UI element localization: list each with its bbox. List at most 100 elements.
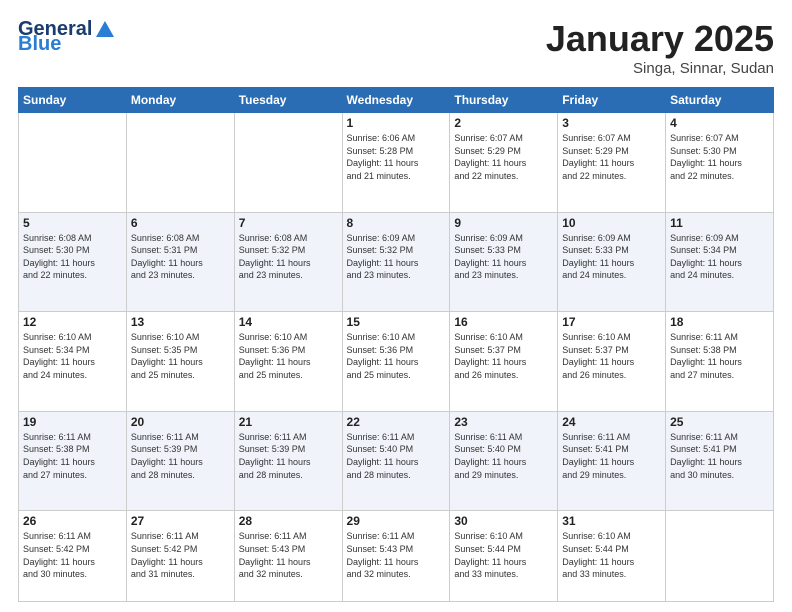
col-wednesday: Wednesday [342,88,450,113]
calendar-week-row: 26 Sunrise: 6:11 AM Sunset: 5:42 PM Dayli… [19,511,774,602]
table-row [19,113,127,213]
day-number: 19 [23,415,122,429]
table-row: 5 Sunrise: 6:08 AM Sunset: 5:30 PM Daylig… [19,212,127,312]
table-row: 22 Sunrise: 6:11 AM Sunset: 5:40 PM Dayli… [342,411,450,511]
day-info: Sunrise: 6:11 AM Sunset: 5:40 PM Dayligh… [347,431,446,481]
day-number: 11 [670,216,769,230]
logo-blue-text: Blue [18,33,61,56]
table-row: 29 Sunrise: 6:11 AM Sunset: 5:43 PM Dayli… [342,511,450,602]
day-info: Sunrise: 6:11 AM Sunset: 5:41 PM Dayligh… [562,431,661,481]
table-row: 26Sunrise: 6:11 AM Sunset: 5:42 PM Dayli… [19,511,127,602]
day-info: Sunrise: 6:10 AM Sunset: 5:44 PM Dayligh… [454,530,553,580]
table-row: 6 Sunrise: 6:08 AM Sunset: 5:31 PM Daylig… [126,212,234,312]
table-row: 14 Sunrise: 6:10 AM Sunset: 5:36 PM Dayli… [234,312,342,412]
logo-area: General Blue [18,18,116,56]
table-row: 4Sunrise: 6:07 AM Sunset: 5:30 PM Daylig… [666,113,774,213]
table-row: 16Sunrise: 6:10 AM Sunset: 5:37 PM Dayli… [450,312,558,412]
day-info: Sunrise: 6:08 AM Sunset: 5:31 PM Dayligh… [131,232,230,282]
day-number: 27 [131,514,230,528]
table-row: 21 Sunrise: 6:11 AM Sunset: 5:39 PM Dayli… [234,411,342,511]
day-number: 26 [23,514,122,528]
table-row: 7 Sunrise: 6:08 AM Sunset: 5:32 PM Daylig… [234,212,342,312]
table-row: 13Sunrise: 6:10 AM Sunset: 5:35 PM Dayli… [126,312,234,412]
table-row: 19 Sunrise: 6:11 AM Sunset: 5:38 PM Dayli… [19,411,127,511]
day-number: 3 [562,116,661,130]
table-row: 11 Sunrise: 6:09 AM Sunset: 5:34 PM Dayli… [666,212,774,312]
day-number: 7 [239,216,338,230]
day-number: 10 [562,216,661,230]
calendar-week-row: 19 Sunrise: 6:11 AM Sunset: 5:38 PM Dayli… [19,411,774,511]
table-row: 23Sunrise: 6:11 AM Sunset: 5:40 PM Dayli… [450,411,558,511]
day-info: Sunrise: 6:11 AM Sunset: 5:41 PM Dayligh… [670,431,769,481]
day-number: 24 [562,415,661,429]
calendar-header-row: Sunday Monday Tuesday Wednesday Thursday… [19,88,774,113]
table-row: 30 Sunrise: 6:10 AM Sunset: 5:44 PM Dayli… [450,511,558,602]
day-number: 15 [347,315,446,329]
day-info: Sunrise: 6:11 AM Sunset: 5:43 PM Dayligh… [347,530,446,580]
table-row: 17 Sunrise: 6:10 AM Sunset: 5:37 PM Dayli… [558,312,666,412]
day-number: 23 [454,415,553,429]
table-row: 25 Sunrise: 6:11 AM Sunset: 5:41 PM Dayli… [666,411,774,511]
day-info: Sunrise: 6:10 AM Sunset: 5:36 PM Dayligh… [347,331,446,381]
day-number: 14 [239,315,338,329]
calendar-table: Sunday Monday Tuesday Wednesday Thursday… [18,87,774,602]
location-title: Singa, Sinnar, Sudan [546,60,774,77]
day-info: Sunrise: 6:10 AM Sunset: 5:37 PM Dayligh… [562,331,661,381]
day-info: Sunrise: 6:11 AM Sunset: 5:43 PM Dayligh… [239,530,338,580]
day-number: 4 [670,116,769,130]
table-row [234,113,342,213]
day-number: 25 [670,415,769,429]
day-info: Sunrise: 6:11 AM Sunset: 5:38 PM Dayligh… [23,431,122,481]
day-info: Sunrise: 6:06 AM Sunset: 5:28 PM Dayligh… [347,132,446,182]
col-friday: Friday [558,88,666,113]
calendar-week-row: 12Sunrise: 6:10 AM Sunset: 5:34 PM Dayli… [19,312,774,412]
day-info: Sunrise: 6:09 AM Sunset: 5:32 PM Dayligh… [347,232,446,282]
top-section: General Blue January 2025 Singa, Sinnar,… [18,18,774,77]
table-row: 3 Sunrise: 6:07 AM Sunset: 5:29 PM Daylig… [558,113,666,213]
table-row: 24 Sunrise: 6:11 AM Sunset: 5:41 PM Dayli… [558,411,666,511]
day-number: 6 [131,216,230,230]
calendar-week-row: 5 Sunrise: 6:08 AM Sunset: 5:30 PM Daylig… [19,212,774,312]
day-number: 18 [670,315,769,329]
table-row: 20 Sunrise: 6:11 AM Sunset: 5:39 PM Dayli… [126,411,234,511]
day-number: 5 [23,216,122,230]
day-number: 31 [562,514,661,528]
day-info: Sunrise: 6:09 AM Sunset: 5:33 PM Dayligh… [454,232,553,282]
day-info: Sunrise: 6:09 AM Sunset: 5:34 PM Dayligh… [670,232,769,282]
day-number: 2 [454,116,553,130]
col-saturday: Saturday [666,88,774,113]
day-number: 30 [454,514,553,528]
table-row: 28 Sunrise: 6:11 AM Sunset: 5:43 PM Dayli… [234,511,342,602]
day-info: Sunrise: 6:10 AM Sunset: 5:44 PM Dayligh… [562,530,661,580]
day-number: 29 [347,514,446,528]
table-row: 9Sunrise: 6:09 AM Sunset: 5:33 PM Daylig… [450,212,558,312]
day-info: Sunrise: 6:11 AM Sunset: 5:38 PM Dayligh… [670,331,769,381]
col-monday: Monday [126,88,234,113]
table-row: 1Sunrise: 6:06 AM Sunset: 5:28 PM Daylig… [342,113,450,213]
day-info: Sunrise: 6:10 AM Sunset: 5:36 PM Dayligh… [239,331,338,381]
table-row: 15 Sunrise: 6:10 AM Sunset: 5:36 PM Dayli… [342,312,450,412]
day-info: Sunrise: 6:11 AM Sunset: 5:39 PM Dayligh… [239,431,338,481]
day-number: 21 [239,415,338,429]
day-info: Sunrise: 6:10 AM Sunset: 5:35 PM Dayligh… [131,331,230,381]
day-info: Sunrise: 6:07 AM Sunset: 5:29 PM Dayligh… [562,132,661,182]
table-row: 10 Sunrise: 6:09 AM Sunset: 5:33 PM Dayli… [558,212,666,312]
col-tuesday: Tuesday [234,88,342,113]
day-number: 8 [347,216,446,230]
day-number: 20 [131,415,230,429]
col-thursday: Thursday [450,88,558,113]
day-info: Sunrise: 6:11 AM Sunset: 5:42 PM Dayligh… [131,530,230,580]
day-info: Sunrise: 6:11 AM Sunset: 5:39 PM Dayligh… [131,431,230,481]
day-number: 28 [239,514,338,528]
day-info: Sunrise: 6:08 AM Sunset: 5:30 PM Dayligh… [23,232,122,282]
calendar-week-row: 1Sunrise: 6:06 AM Sunset: 5:28 PM Daylig… [19,113,774,213]
day-number: 22 [347,415,446,429]
table-row: 8 Sunrise: 6:09 AM Sunset: 5:32 PM Daylig… [342,212,450,312]
day-info: Sunrise: 6:07 AM Sunset: 5:29 PM Dayligh… [454,132,553,182]
month-title: January 2025 [546,18,774,60]
table-row [126,113,234,213]
day-info: Sunrise: 6:08 AM Sunset: 5:32 PM Dayligh… [239,232,338,282]
day-info: Sunrise: 6:09 AM Sunset: 5:33 PM Dayligh… [562,232,661,282]
day-number: 17 [562,315,661,329]
table-row: 27 Sunrise: 6:11 AM Sunset: 5:42 PM Dayli… [126,511,234,602]
